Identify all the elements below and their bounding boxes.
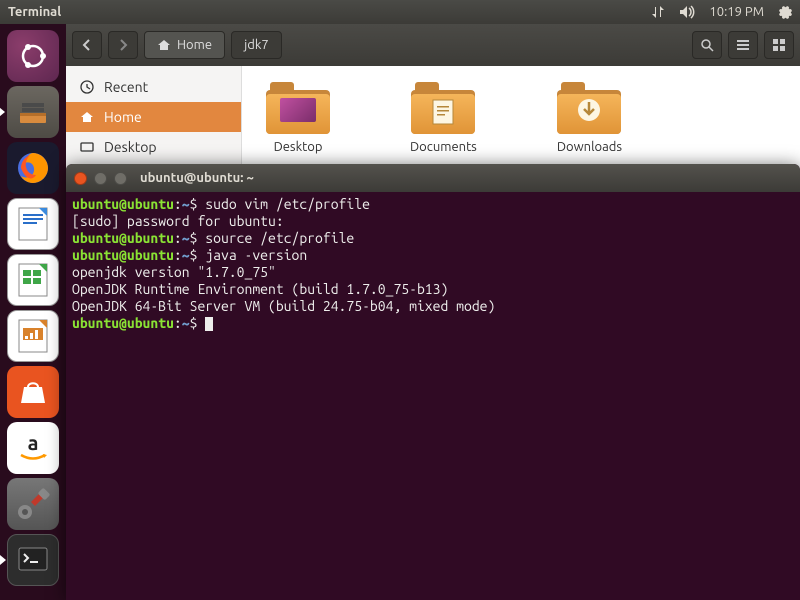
clock[interactable]: 10:19 PM bbox=[709, 5, 764, 19]
folder-desktop[interactable]: Desktop bbox=[266, 82, 330, 154]
window-maximize-button[interactable] bbox=[114, 172, 127, 185]
launcher-software[interactable] bbox=[7, 366, 59, 418]
sidebar-item-recent[interactable]: Recent bbox=[66, 72, 241, 102]
view-grid-button[interactable] bbox=[764, 31, 794, 59]
gear-icon[interactable] bbox=[778, 5, 792, 19]
folder-icon bbox=[266, 82, 330, 134]
path-home[interactable]: Home bbox=[144, 31, 225, 59]
terminal-title: ubuntu@ubuntu: ~ bbox=[140, 171, 254, 185]
home-icon bbox=[157, 38, 171, 52]
launcher-terminal[interactable] bbox=[7, 534, 59, 586]
launcher-amazon[interactable]: a bbox=[7, 422, 59, 474]
folder-label: Downloads bbox=[557, 140, 622, 154]
window-close-button[interactable] bbox=[74, 172, 87, 185]
active-app-title: Terminal bbox=[8, 5, 61, 19]
sidebar-item-home[interactable]: Home bbox=[66, 102, 241, 132]
sidebar-label: Home bbox=[104, 109, 142, 125]
network-icon[interactable] bbox=[651, 5, 665, 19]
svg-text:a: a bbox=[28, 431, 39, 454]
terminal-cursor bbox=[205, 317, 213, 331]
files-toolbar: Home jdk7 bbox=[66, 24, 800, 66]
top-menubar: Terminal 10:19 PM bbox=[0, 0, 800, 24]
path-home-label: Home bbox=[177, 38, 212, 52]
folder-downloads[interactable]: Downloads bbox=[557, 82, 622, 154]
launcher-firefox[interactable] bbox=[7, 142, 59, 194]
launcher-writer[interactable] bbox=[7, 198, 59, 250]
folder-icon bbox=[557, 82, 621, 134]
launcher-settings[interactable] bbox=[7, 478, 59, 530]
window-minimize-button[interactable] bbox=[94, 172, 107, 185]
view-list-button[interactable] bbox=[728, 31, 758, 59]
launcher-dash[interactable] bbox=[7, 30, 59, 82]
folder-icon bbox=[411, 82, 475, 134]
unity-launcher: a bbox=[0, 24, 66, 600]
path-jdk7[interactable]: jdk7 bbox=[231, 31, 282, 59]
launcher-files[interactable] bbox=[7, 86, 59, 138]
folder-label: Documents bbox=[410, 140, 477, 154]
sidebar-label: Recent bbox=[104, 79, 148, 95]
launcher-calc[interactable] bbox=[7, 254, 59, 306]
launcher-impress[interactable] bbox=[7, 310, 59, 362]
path-jdk7-label: jdk7 bbox=[244, 38, 269, 52]
terminal-body[interactable]: ubuntu@ubuntu:~$ sudo vim /etc/profile [… bbox=[66, 192, 800, 336]
search-button[interactable] bbox=[692, 31, 722, 59]
sidebar-label: Desktop bbox=[104, 139, 157, 155]
terminal-titlebar[interactable]: ubuntu@ubuntu: ~ bbox=[66, 164, 800, 192]
sound-icon[interactable] bbox=[679, 5, 695, 19]
terminal-window: ubuntu@ubuntu: ~ ubuntu@ubuntu:~$ sudo v… bbox=[66, 164, 800, 600]
sidebar-item-desktop[interactable]: Desktop bbox=[66, 132, 241, 162]
nav-back-button[interactable] bbox=[72, 31, 102, 59]
folder-label: Desktop bbox=[274, 140, 323, 154]
nav-forward-button[interactable] bbox=[108, 31, 138, 59]
folder-documents[interactable]: Documents bbox=[410, 82, 477, 154]
